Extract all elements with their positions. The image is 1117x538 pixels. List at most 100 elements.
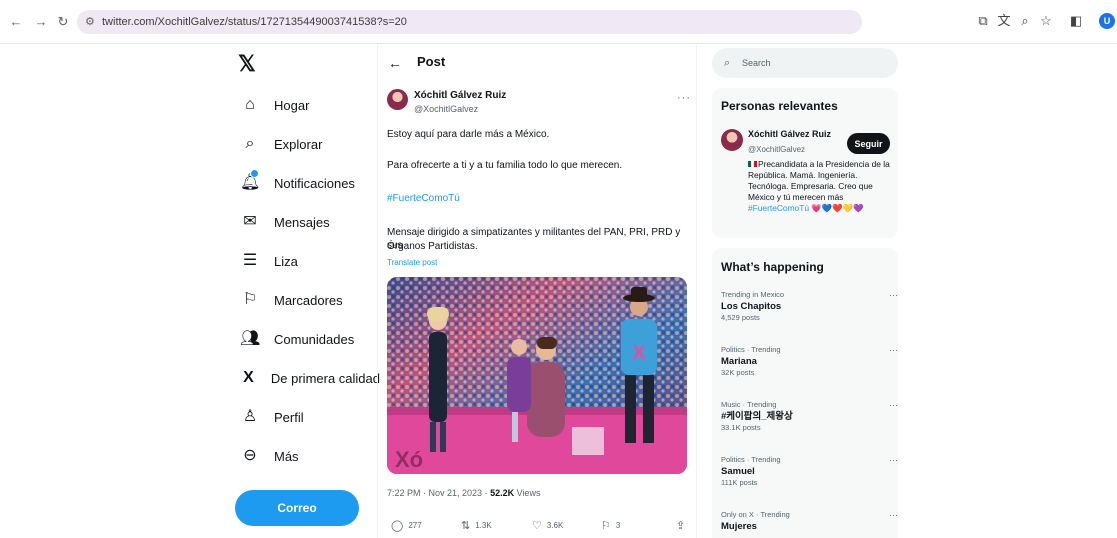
post-hashtag[interactable]: #FuerteComoTú bbox=[387, 192, 687, 205]
more-options-icon[interactable]: ··· bbox=[889, 290, 898, 300]
bell-icon: 🔔︎ bbox=[240, 169, 260, 193]
right-sidebar: ⌕ Search Personas relevantes Xóchitl Gál… bbox=[712, 44, 902, 538]
sidebar-item-label: Comunidades bbox=[274, 331, 355, 347]
sidebar-item-lists[interactable]: ☰ Liza bbox=[240, 246, 380, 276]
translate-post-link[interactable]: Translate post bbox=[387, 258, 437, 268]
address-bar[interactable]: ⚙ twitter.com/XochitlGalvez/status/17271… bbox=[77, 10, 862, 34]
sidebar-item-bookmarks[interactable]: ⚐ Marcadores bbox=[240, 285, 380, 315]
post-header: ← Post bbox=[378, 44, 696, 82]
trend-item[interactable]: Trending in Mexico Los Chapitos 4,529 po… bbox=[721, 290, 898, 323]
bio-hashtag[interactable]: #FuerteComoTú bbox=[748, 203, 809, 213]
reply-button[interactable]: ◯ 277 bbox=[391, 519, 422, 533]
trend-meta: Trending in Mexico bbox=[721, 290, 785, 299]
svg-text:Xó: Xó bbox=[395, 447, 423, 472]
more-options-icon[interactable]: ··· bbox=[889, 455, 898, 465]
sidebar-item-explore[interactable]: ⌕ Explorar bbox=[240, 129, 380, 159]
x-logo-icon[interactable]: 𝕏 bbox=[238, 52, 256, 76]
screenshot-icon[interactable]: ⧉ bbox=[974, 12, 992, 30]
browser-toolbar: ← → ↻ ⚙ twitter.com/XochitlGalvez/status… bbox=[0, 0, 1117, 44]
zoom-icon[interactable]: ⌕ bbox=[1016, 12, 1034, 30]
star-icon[interactable]: ☆ bbox=[1037, 12, 1055, 30]
sidebar-item-premium[interactable]: X De primera calidad bbox=[240, 363, 380, 393]
post-text-line: Para ofrecerte a ti y a tu familia todo … bbox=[387, 160, 623, 171]
whats-happening-title: What’s happening bbox=[721, 260, 824, 274]
repost-icon: ⇅ bbox=[461, 520, 471, 532]
sidepanel-icon[interactable]: ◧ bbox=[1067, 12, 1085, 30]
sidebar-item-label: Mensajes bbox=[274, 214, 330, 230]
like-button[interactable]: ♡ 3.6K bbox=[532, 519, 563, 533]
relevant-people-card: Personas relevantes Xóchitl Gálvez Ruiz … bbox=[712, 88, 898, 238]
url-text[interactable]: twitter.com/XochitlGalvez/status/1727135… bbox=[102, 15, 407, 29]
trend-item[interactable]: Politics · Trending Samuel 111K posts ··… bbox=[721, 455, 898, 488]
whats-happening-card: What’s happening Trending in Mexico Los … bbox=[712, 248, 898, 538]
trend-meta: Politics · Trending bbox=[721, 345, 781, 354]
trend-item[interactable]: Music · Trending #케이팝의_제왕상 33.1K posts ·… bbox=[721, 400, 898, 433]
trend-item[interactable]: Politics · Trending Mariana 32K posts ··… bbox=[721, 345, 898, 378]
trend-count: 32K posts bbox=[721, 368, 755, 377]
timestamp-text: 7:22 PM · Nov 21, 2023 · bbox=[387, 488, 491, 498]
trend-meta: Only on X · Trending bbox=[721, 510, 790, 519]
site-settings-icon[interactable]: ⚙ bbox=[85, 15, 95, 29]
more-options-icon[interactable]: ··· bbox=[889, 510, 898, 520]
sidebar-item-label: De primera calidad bbox=[270, 370, 380, 386]
search-placeholder: Search bbox=[742, 58, 771, 68]
sidebar-item-profile[interactable]: ♙ Perfil bbox=[240, 402, 380, 432]
post-timestamp: 7:22 PM · Nov 21, 2023 · 52.2K Views bbox=[387, 487, 540, 499]
relevant-name[interactable]: Xóchitl Gálvez Ruiz bbox=[748, 129, 831, 140]
back-arrow-icon[interactable]: ← bbox=[388, 55, 402, 71]
left-sidebar: 𝕏 ⌂ Hogar ⌕ Explorar 🔔︎ Notificaciones ✉… bbox=[228, 44, 380, 538]
translate-icon[interactable]: 文 bbox=[995, 12, 1013, 30]
post-actions: ◯ 277 ⇅ 1.3K ♡ 3.6K ⚐ 3 ⇪ bbox=[387, 519, 692, 535]
bio-text: Precandidata a la Presidencia de la Repú… bbox=[748, 159, 890, 202]
sidebar-item-notifications[interactable]: 🔔︎ Notificaciones bbox=[240, 168, 380, 198]
post-author-handle[interactable]: @XochitlGalvez bbox=[414, 103, 478, 115]
views-count: 52.2K bbox=[490, 488, 515, 498]
reload-icon[interactable]: ↻ bbox=[55, 14, 71, 30]
sidebar-item-messages[interactable]: ✉ Mensajes bbox=[240, 207, 380, 237]
relevant-people-title: Personas relevantes bbox=[721, 99, 838, 113]
person-icon: ♙ bbox=[242, 408, 258, 425]
mail-icon: ✉ bbox=[243, 213, 257, 230]
trend-meta: Politics · Trending bbox=[721, 455, 781, 464]
forward-icon[interactable]: → bbox=[33, 14, 49, 30]
avatar[interactable] bbox=[387, 89, 408, 110]
follow-button[interactable]: Seguir bbox=[847, 133, 890, 154]
search-icon: ⌕ bbox=[724, 57, 731, 69]
back-icon[interactable]: ← bbox=[8, 14, 24, 30]
more-options-icon[interactable]: ··· bbox=[889, 345, 898, 355]
relevant-handle[interactable]: @XochitlGalvez bbox=[748, 145, 805, 155]
list-icon: ☰ bbox=[242, 252, 258, 269]
bookmark-button[interactable]: ⚐ 3 bbox=[601, 519, 620, 533]
profile-avatar[interactable]: U bbox=[1099, 13, 1115, 29]
trend-name: Mujeres bbox=[721, 521, 757, 532]
bookmark-count: 3 bbox=[615, 521, 621, 530]
search-input[interactable]: ⌕ Search bbox=[712, 48, 898, 78]
sidebar-item-communities[interactable]: 👥︎ Comunidades bbox=[240, 324, 380, 354]
share-button[interactable]: ⇪ bbox=[676, 519, 690, 533]
sidebar-item-home[interactable]: ⌂ Hogar bbox=[240, 90, 380, 120]
post-author-name[interactable]: Xóchitl Gálvez Ruiz bbox=[414, 90, 506, 102]
trend-name: Samuel bbox=[721, 466, 755, 477]
trend-count: 33.1K posts bbox=[721, 423, 761, 432]
more-options-icon[interactable]: ··· bbox=[889, 400, 898, 410]
trend-item[interactable]: Only on X · Trending Mujeres ··· bbox=[721, 510, 898, 533]
bookmark-icon: ⚐ bbox=[601, 520, 611, 532]
svg-text:X: X bbox=[632, 342, 646, 364]
share-icon: ⇪ bbox=[676, 520, 686, 532]
more-options-icon[interactable]: ··· bbox=[677, 92, 691, 104]
trend-meta: Music · Trending bbox=[721, 400, 777, 409]
views-label: Views bbox=[514, 488, 541, 498]
home-icon: ⌂ bbox=[245, 96, 255, 113]
mexico-flag-icon bbox=[748, 161, 757, 167]
heart-icon: ♡ bbox=[532, 520, 542, 532]
more-circle-icon: ⊖ bbox=[243, 447, 257, 464]
avatar[interactable] bbox=[721, 129, 743, 151]
post-button[interactable]: Correo bbox=[235, 490, 359, 526]
sidebar-item-more[interactable]: ⊖ Más bbox=[240, 441, 380, 471]
main-column: ← Post Xóchitl Gálvez Ruiz @XochitlGalve… bbox=[377, 44, 697, 538]
repost-button[interactable]: ⇅ 1.3K bbox=[461, 519, 492, 533]
trend-name: Los Chapitos bbox=[721, 301, 782, 312]
like-count: 3.6K bbox=[546, 521, 564, 530]
post-image[interactable]: Xó X bbox=[387, 277, 687, 474]
sidebar-item-label: Notificaciones bbox=[274, 175, 355, 191]
